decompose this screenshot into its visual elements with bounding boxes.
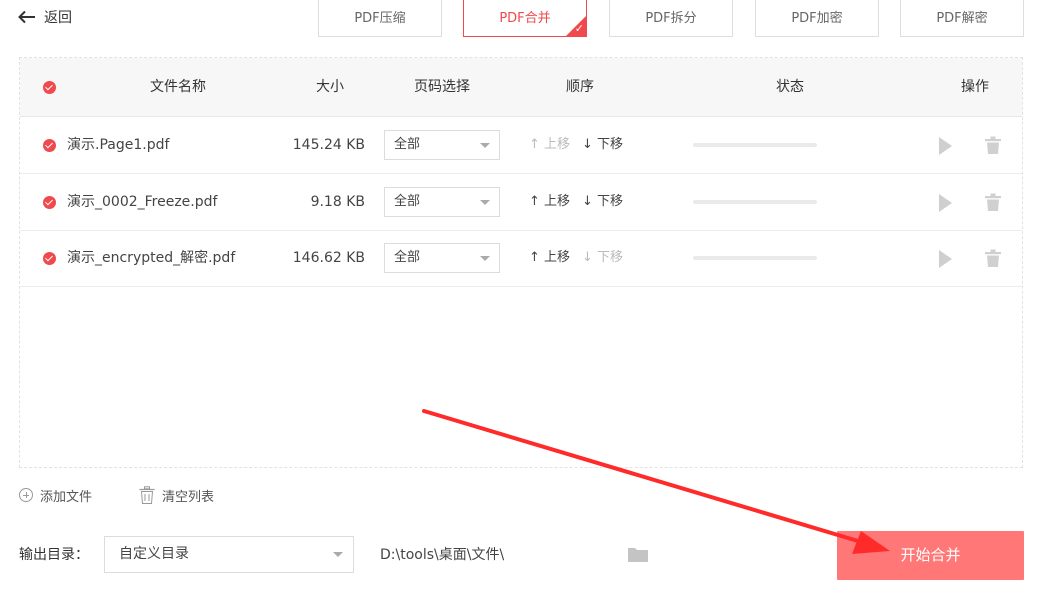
table-row: 演示_0002_Freeze.pdf 9.18 KB 全部 ↑ 上移 ↓ 下移	[20, 174, 1022, 231]
tab-pdf-split[interactable]: PDF拆分	[609, 0, 733, 37]
back-label: 返回	[44, 10, 72, 26]
row-check-icon[interactable]	[43, 196, 56, 209]
trash-icon[interactable]	[985, 249, 1001, 267]
progress-bar	[693, 256, 817, 260]
trash-icon[interactable]	[985, 136, 1001, 154]
file-size: 146.62 KB	[292, 250, 365, 266]
check-icon: ✓	[574, 22, 584, 35]
caret-down-icon	[480, 256, 490, 261]
page-select-value: 全部	[394, 194, 421, 209]
header-pages: 页码选择	[414, 79, 470, 95]
header-order: 顺序	[566, 79, 594, 95]
progress-bar	[693, 143, 817, 147]
move-up-button[interactable]: ↑ 上移	[529, 174, 570, 230]
header-name: 文件名称	[150, 79, 206, 95]
page-select[interactable]: 全部	[384, 243, 500, 273]
back-button[interactable]: 返回	[18, 6, 72, 28]
move-up-button[interactable]: ↑ 上移	[529, 117, 570, 173]
file-name: 演示_0002_Freeze.pdf	[67, 194, 218, 210]
file-name: 演示.Page1.pdf	[67, 137, 170, 153]
tab-label: PDF压缩	[354, 10, 406, 26]
move-up-button[interactable]: ↑ 上移	[529, 230, 570, 286]
table-row: 演示_encrypted_解密.pdf 146.62 KB 全部 ↑ 上移 ↓ …	[20, 230, 1022, 287]
page-select-value: 全部	[394, 250, 421, 265]
add-file-button[interactable]: 添加文件	[19, 484, 92, 506]
output-path: D:\tools\桌面\文件\	[380, 547, 505, 563]
trash-icon	[139, 486, 155, 504]
play-icon[interactable]	[939, 250, 952, 268]
add-file-label: 添加文件	[40, 489, 93, 505]
output-dir-label: 输出目录：	[19, 547, 89, 563]
page-select-value: 全部	[394, 137, 421, 152]
play-icon[interactable]	[939, 137, 952, 155]
caret-down-icon	[333, 552, 343, 557]
output-dir-value: 自定义目录	[119, 546, 189, 562]
move-down-button[interactable]: ↓ 下移	[582, 117, 623, 173]
file-name: 演示_encrypted_解密.pdf	[67, 250, 236, 266]
arrow-left-icon	[18, 10, 35, 24]
row-check-icon[interactable]	[43, 139, 56, 152]
tab-label: PDF拆分	[645, 10, 697, 26]
progress-bar	[693, 200, 817, 204]
clear-list-button[interactable]: 清空列表	[139, 484, 214, 506]
folder-icon[interactable]	[628, 546, 648, 562]
tab-pdf-decrypt[interactable]: PDF解密	[900, 0, 1024, 37]
file-list-panel: 文件名称 大小 页码选择 顺序 状态 操作 演示.Page1.pdf 145.2…	[19, 57, 1023, 468]
page-select[interactable]: 全部	[384, 130, 500, 160]
row-check-icon[interactable]	[43, 252, 56, 265]
page-select[interactable]: 全部	[384, 187, 500, 217]
caret-down-icon	[480, 200, 490, 205]
move-down-button[interactable]: ↓ 下移	[582, 174, 623, 230]
tab-pdf-merge[interactable]: PDF合并 ✓	[463, 0, 587, 37]
tab-pdf-encrypt[interactable]: PDF加密	[755, 0, 879, 37]
table-header: 文件名称 大小 页码选择 顺序 状态 操作	[20, 58, 1022, 117]
output-dir-select[interactable]: 自定义目录	[104, 536, 354, 573]
tab-label: PDF合并	[499, 10, 551, 26]
file-size: 145.24 KB	[292, 137, 365, 153]
file-size: 9.18 KB	[310, 194, 365, 210]
tab-pdf-compress[interactable]: PDF压缩	[318, 0, 442, 37]
move-down-button[interactable]: ↓ 下移	[582, 230, 623, 286]
clear-list-label: 清空列表	[162, 489, 215, 505]
start-merge-button[interactable]: 开始合并	[837, 531, 1024, 580]
tab-label: PDF加密	[791, 10, 843, 26]
header-status: 状态	[776, 79, 804, 95]
trash-icon[interactable]	[985, 193, 1001, 211]
select-all-check-icon[interactable]	[43, 81, 56, 94]
play-icon[interactable]	[939, 194, 952, 212]
caret-down-icon	[480, 143, 490, 148]
plus-circle-icon	[19, 488, 33, 502]
header-size: 大小	[316, 79, 344, 95]
tab-label: PDF解密	[936, 10, 988, 26]
header-ops: 操作	[961, 79, 989, 95]
table-row: 演示.Page1.pdf 145.24 KB 全部 ↑ 上移 ↓ 下移	[20, 117, 1022, 174]
